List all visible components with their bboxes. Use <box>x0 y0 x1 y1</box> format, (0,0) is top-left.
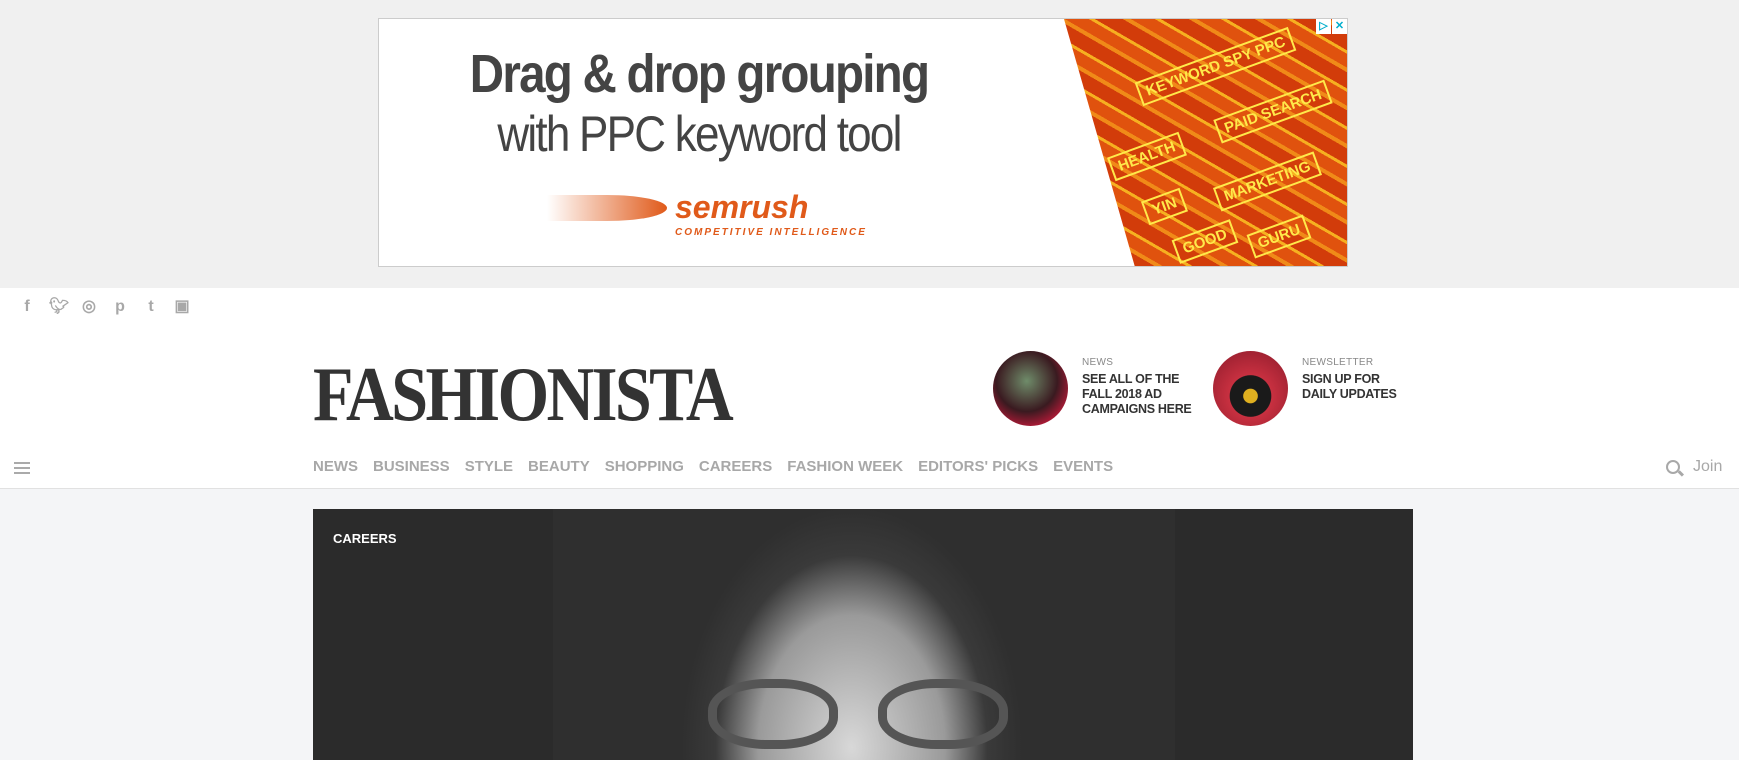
close-icon[interactable]: ✕ <box>1332 19 1347 34</box>
promo-title[interactable]: SIGN UP FOR DAILY UPDATES <box>1302 372 1417 402</box>
semrush-ad[interactable]: Drag & drop grouping with PPC keyword to… <box>378 18 1348 267</box>
site-header: f 🐦︎ ◎ p t ▣ FASHIONISTA NEWS SEE ALL OF… <box>0 288 1739 489</box>
ad-word: MARKETING <box>1212 151 1322 212</box>
promo-thumbnail[interactable] <box>1213 351 1288 426</box>
nav-style[interactable]: STYLE <box>465 458 513 475</box>
ad-word: PAID SEARCH <box>1213 79 1333 144</box>
flipboard-icon[interactable]: ▣ <box>173 298 191 316</box>
main-nav: NEWS BUSINESS STYLE BEAUTY SHOPPING CARE… <box>313 458 1113 475</box>
ad-tagline: COMPETITIVE INTELLIGENCE <box>675 227 867 238</box>
nav-fashion-week[interactable]: FASHION WEEK <box>787 458 903 475</box>
search-icon[interactable] <box>1666 460 1680 474</box>
promo-news[interactable]: NEWS SEE ALL OF THE FALL 2018 AD CAMPAIG… <box>993 351 1197 426</box>
ad-banner-area: Drag & drop grouping with PPC keyword to… <box>0 0 1739 288</box>
social-links: f 🐦︎ ◎ p t ▣ <box>18 298 191 316</box>
join-link[interactable]: Join <box>1693 458 1722 476</box>
adchoices-icon[interactable]: ▷ <box>1316 19 1331 34</box>
ad-word: YIN <box>1140 187 1189 226</box>
hero-category[interactable]: CAREERS <box>333 531 397 546</box>
promo-kicker: NEWS <box>1082 357 1114 368</box>
ad-image: KEYWORD SPY PPC PAID SEARCH HEALTH MARKE… <box>1064 19 1347 266</box>
promo-title[interactable]: SEE ALL OF THE FALL 2018 AD CAMPAIGNS HE… <box>1082 372 1197 417</box>
ad-brand-logo: semrush COMPETITIVE INTELLIGENCE <box>547 189 865 238</box>
ad-word: GURU <box>1246 214 1312 259</box>
promo-thumbnail[interactable] <box>993 351 1068 426</box>
nav-news[interactable]: NEWS <box>313 458 358 475</box>
pinterest-icon[interactable]: p <box>111 298 129 316</box>
ad-word: HEALTH <box>1107 131 1187 182</box>
nav-beauty[interactable]: BEAUTY <box>528 458 590 475</box>
ad-subline: with PPC keyword tool <box>497 106 902 162</box>
instagram-icon[interactable]: ◎ <box>80 298 98 316</box>
promo-newsletter[interactable]: NEWSLETTER SIGN UP FOR DAILY UPDATES <box>1213 351 1417 426</box>
facebook-icon[interactable]: f <box>18 298 36 316</box>
nav-careers[interactable]: CAREERS <box>699 458 772 475</box>
ad-headline: Drag & drop grouping <box>469 44 930 104</box>
site-logo[interactable]: FASHIONISTA <box>313 350 734 439</box>
nav-editors-picks[interactable]: EDITORS' PICKS <box>918 458 1038 475</box>
ad-word: GOOD <box>1171 219 1239 264</box>
ad-brand-name: semrush <box>675 189 809 225</box>
tumblr-icon[interactable]: t <box>142 298 160 316</box>
twitter-icon[interactable]: 🐦︎ <box>49 298 69 316</box>
nav-business[interactable]: BUSINESS <box>373 458 450 475</box>
promo-kicker: NEWSLETTER <box>1302 357 1374 368</box>
hero-image-glasses <box>708 679 1028 749</box>
nav-events[interactable]: EVENTS <box>1053 458 1113 475</box>
flame-icon <box>547 194 667 221</box>
hero-article[interactable]: CAREERS <box>313 509 1413 760</box>
ad-word: KEYWORD SPY PPC <box>1134 26 1297 107</box>
nav-shopping[interactable]: SHOPPING <box>605 458 684 475</box>
hamburger-menu-icon[interactable] <box>14 462 30 474</box>
